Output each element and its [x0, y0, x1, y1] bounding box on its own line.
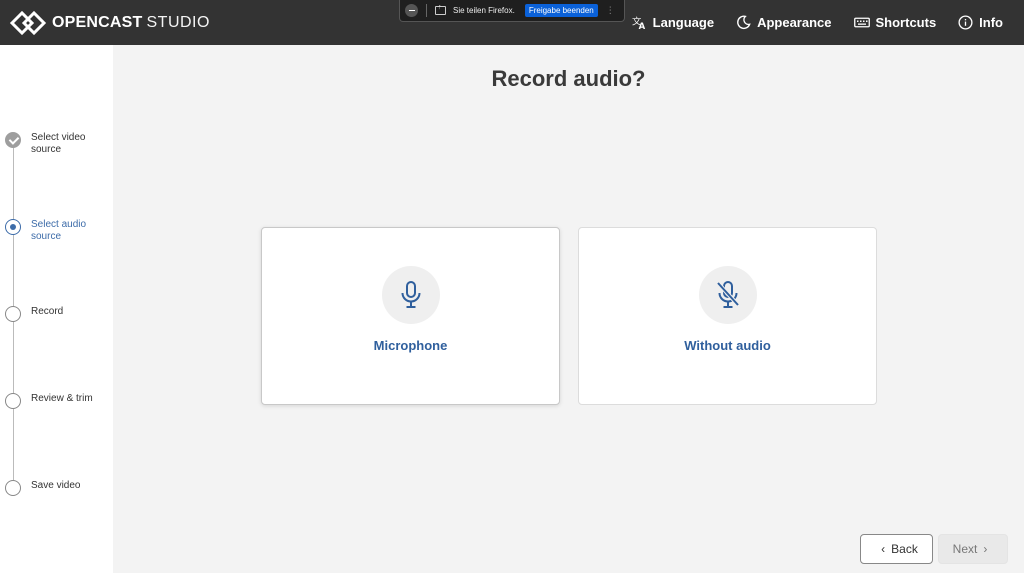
logo-text: OPENCAST STUDIO [52, 14, 210, 32]
share-divider [426, 4, 427, 17]
shortcuts-label: Shortcuts [875, 15, 937, 30]
option-label: Microphone [373, 338, 448, 353]
appearance-button[interactable]: Appearance [736, 15, 832, 30]
logo-brand: OPENCAST [52, 13, 143, 31]
microphone-option-card[interactable]: Microphone [261, 227, 560, 405]
moon-icon [737, 15, 751, 30]
svg-text:A: A [638, 21, 645, 30]
header-nav: 文 A Language Appearance Shortcuts Info [632, 0, 1024, 45]
chevron-left-icon: ‹ [881, 542, 886, 556]
next-label: Next [952, 542, 978, 556]
option-icon-background [698, 266, 757, 324]
step-pending-circle-icon [5, 480, 21, 496]
option-label: Without audio [684, 338, 771, 353]
drag-handle-icon[interactable]: ⋮ [606, 5, 615, 16]
step-label: Save video [31, 480, 81, 491]
info-icon [958, 15, 973, 30]
step-record[interactable]: Record [5, 306, 101, 322]
info-label: Info [979, 15, 1003, 30]
logo-product: STUDIO [146, 13, 210, 31]
stop-sharing-button[interactable]: Freigabe beenden [524, 4, 598, 17]
translate-icon: 文 A [632, 15, 646, 30]
appearance-label: Appearance [757, 15, 832, 30]
step-label: Select video source [31, 132, 86, 155]
page-title: Record audio? [491, 66, 646, 91]
step-select-audio-source[interactable]: Select audio source [5, 219, 101, 243]
next-button[interactable]: Next › [938, 534, 1008, 564]
opencast-logo-icon [10, 10, 46, 35]
option-icon-background [381, 266, 440, 324]
step-label: Review & trim [31, 393, 93, 404]
screen-share-bar: Sie teilen Firefox. Freigabe beenden ⋮ [399, 0, 625, 22]
info-button[interactable]: Info [958, 15, 1003, 30]
step-pending-circle-icon [5, 393, 21, 409]
language-button[interactable]: 文 A Language [632, 15, 714, 30]
chevron-right-icon: › [983, 542, 988, 556]
step-active-dot-icon [5, 219, 21, 235]
microphone-off-icon [716, 281, 739, 308]
step-label: Select audio source [31, 219, 87, 242]
step-label: Record [31, 306, 64, 317]
share-status-text: Sie teilen Firefox. [453, 6, 515, 15]
opencast-logo[interactable]: OPENCAST STUDIO [10, 0, 210, 45]
language-label: Language [652, 15, 715, 30]
shortcuts-button[interactable]: Shortcuts [853, 15, 937, 30]
step-save-video[interactable]: Save video [5, 480, 101, 496]
step-select-video-source[interactable]: Select video source [5, 132, 101, 156]
step-review-trim[interactable]: Review & trim [5, 393, 101, 409]
screen-share-icon [435, 4, 446, 15]
step-pending-circle-icon [5, 306, 21, 322]
back-button[interactable]: ‹ Back [860, 534, 933, 564]
step-done-check-icon [5, 132, 21, 148]
microphone-icon [401, 281, 420, 308]
steps-sidebar: Select video source Select audio source … [0, 45, 113, 573]
back-label: Back [891, 542, 918, 556]
without-audio-option-card[interactable]: Without audio [578, 227, 877, 405]
keyboard-icon [853, 17, 870, 28]
minimize-icon[interactable] [405, 4, 418, 17]
